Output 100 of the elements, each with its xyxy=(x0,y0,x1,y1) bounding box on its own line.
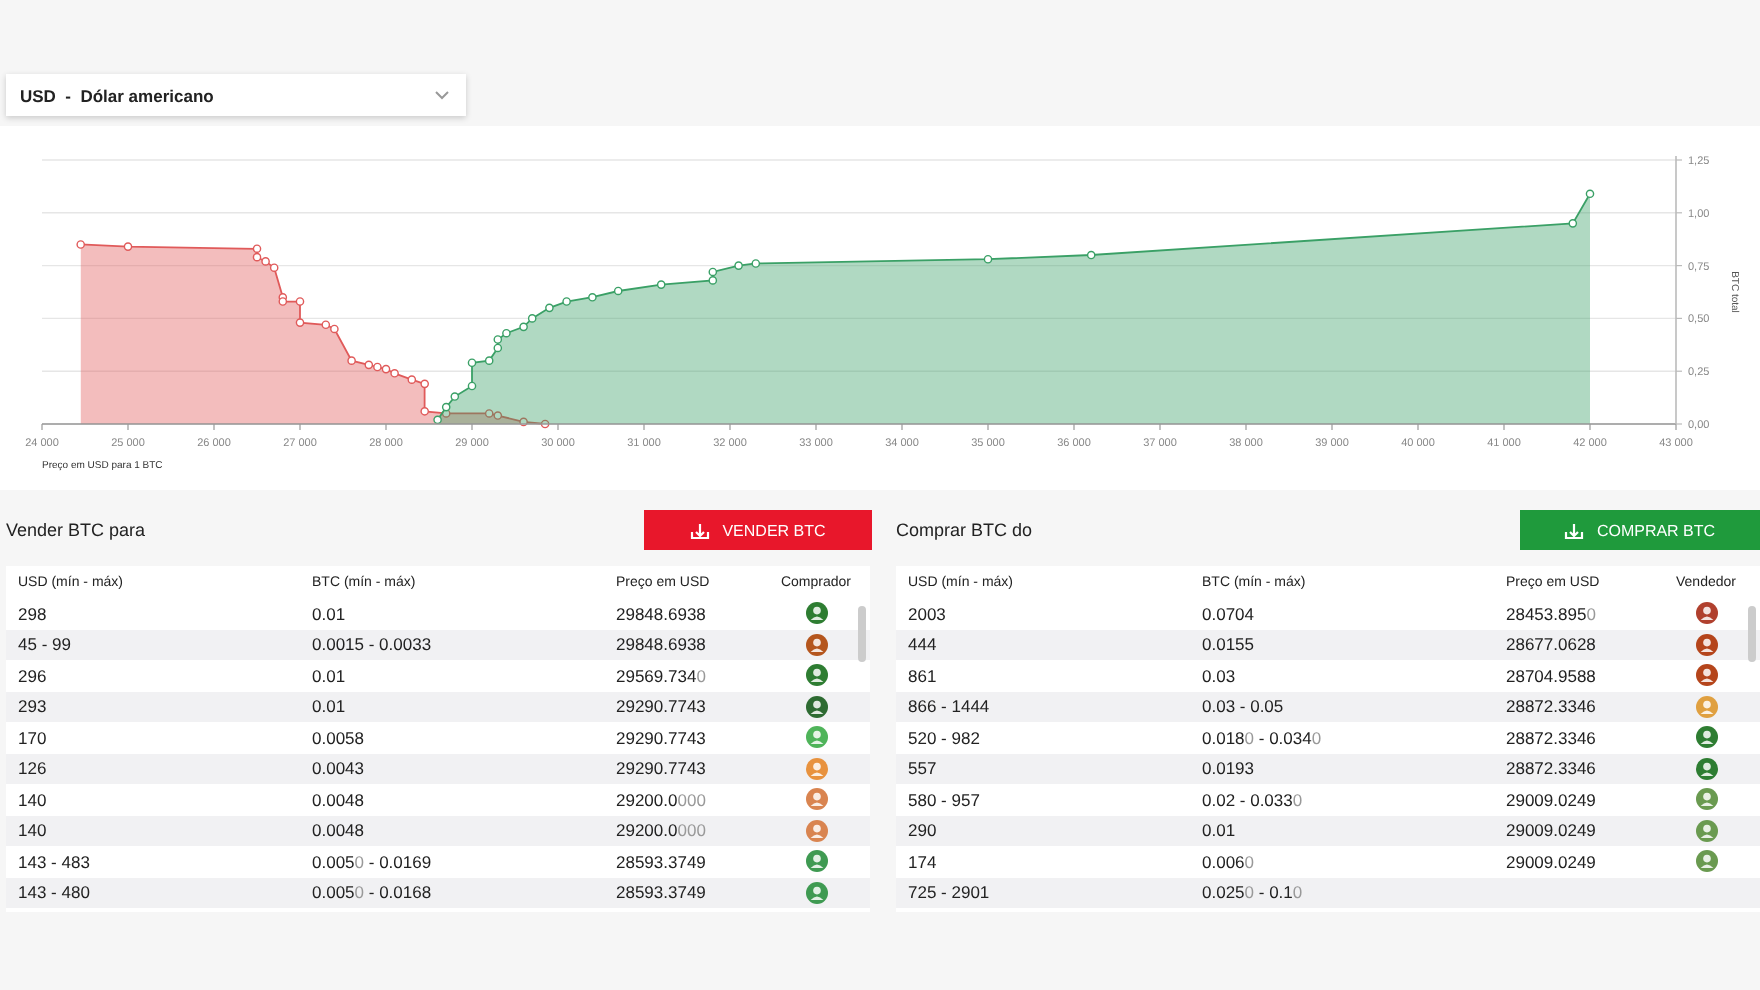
table-cell-text: 140 xyxy=(18,789,49,810)
avatar-icon xyxy=(805,664,827,687)
table-cell-text: 174 xyxy=(908,851,939,872)
avatar-icon xyxy=(805,850,827,873)
avatar-icon xyxy=(1695,664,1717,687)
point xyxy=(381,364,391,374)
table-cell-text: 861 xyxy=(908,665,939,686)
point xyxy=(519,322,528,332)
table-cell-text: 580 - 957 xyxy=(908,789,982,810)
table-cell-text: 0.01 xyxy=(312,603,348,624)
table-cell-text: 0.0043 xyxy=(312,758,366,779)
point xyxy=(983,254,993,264)
table-cell-text: 28872.3346 xyxy=(1506,696,1598,717)
table-cell-text: 0.0050 - 0.0168 xyxy=(312,882,434,903)
point xyxy=(493,335,503,344)
table-cell-text: 28704.9588 xyxy=(1506,665,1598,686)
point xyxy=(734,261,743,270)
point xyxy=(433,415,442,425)
point xyxy=(467,381,477,391)
table-cell-text: 0.0048 xyxy=(312,820,366,841)
table-cell-text: 29009.0249 xyxy=(1506,789,1598,810)
avatar-icon xyxy=(1695,726,1717,749)
table-cell-text: 140 xyxy=(18,820,49,841)
table-cell-text: 298 xyxy=(18,603,49,624)
table-cell-text: 0.0704 xyxy=(1202,603,1256,624)
table-cell-text: 0.0180 - 0.0340 xyxy=(1202,727,1324,748)
table-cell-text: 0.01 xyxy=(312,696,348,717)
point xyxy=(261,257,270,266)
avatar-icon xyxy=(1695,602,1717,625)
point xyxy=(588,292,597,302)
tray-icon xyxy=(1564,521,1585,539)
table-cell-text: 0.0060 xyxy=(1202,851,1257,872)
table-cell-text: 290 xyxy=(908,820,939,841)
point xyxy=(123,242,133,251)
table-cell-text: 0.03 xyxy=(1202,665,1238,686)
avatar-icon xyxy=(1695,788,1717,811)
avatar-icon xyxy=(1695,633,1717,656)
point xyxy=(1568,219,1578,228)
table-cell-text: 29290.7743 xyxy=(616,727,708,748)
table-cell-text: 866 - 1444 xyxy=(908,696,992,717)
point xyxy=(420,407,429,416)
point xyxy=(420,379,429,389)
point xyxy=(484,356,494,365)
table-cell-text: 0.0048 xyxy=(312,789,366,810)
point xyxy=(493,343,503,353)
table-cell-text: 28593.3749 xyxy=(616,851,708,872)
point xyxy=(1585,189,1595,199)
trade-button[interactable]: COMPRAR BTC xyxy=(1520,510,1760,550)
point xyxy=(527,314,537,323)
point xyxy=(441,402,451,412)
point xyxy=(252,244,262,253)
table-cell-text: 0.0050 - 0.0169 xyxy=(312,851,434,872)
point xyxy=(269,263,279,273)
avatar-icon xyxy=(805,602,827,625)
point xyxy=(450,392,460,401)
trade-button[interactable]: VENDER BTC xyxy=(644,510,872,550)
table-cell-text: 29569.7340 xyxy=(616,665,708,686)
table-cell-text: 0.03 - 0.05 xyxy=(1202,696,1286,717)
avatar-icon xyxy=(1695,695,1717,718)
table-cell-text: 0.0015 - 0.0033 xyxy=(312,634,434,655)
point xyxy=(321,320,331,330)
table-cell-text: 296 xyxy=(18,665,49,686)
table-cell-text: 143 - 480 xyxy=(18,882,92,903)
table-cell-text: 29009.0249 xyxy=(1506,820,1598,841)
table-cell-text: 557 xyxy=(908,758,939,779)
avatar-icon xyxy=(805,819,827,842)
point xyxy=(347,356,356,365)
point xyxy=(562,297,571,306)
table-cell-text: 28593.3749 xyxy=(616,882,708,903)
avatar-icon xyxy=(1695,757,1717,780)
avatar-icon xyxy=(805,695,827,718)
point xyxy=(76,240,85,249)
point xyxy=(390,369,399,378)
table-cell-text: 0.0058 xyxy=(312,727,366,748)
point xyxy=(484,409,494,418)
table-cell-text: 28677.0628 xyxy=(1506,634,1598,655)
table-cell-text: 0.01 xyxy=(1202,820,1238,841)
table-cell-text: 0.0250 - 0.10 xyxy=(1202,882,1305,903)
tray-icon xyxy=(690,521,711,539)
point xyxy=(364,360,374,370)
point xyxy=(1086,250,1096,260)
table-cell-text: 126 xyxy=(18,758,49,779)
table-cell-text: 29848.6938 xyxy=(616,634,708,655)
table-cell-text: 0.01 xyxy=(312,665,348,686)
table-cell-text: 293 xyxy=(18,696,49,717)
table-cell-text: 143 - 483 xyxy=(18,851,92,872)
currency-select[interactable]: USD - Dólar americano xyxy=(6,74,466,116)
point xyxy=(252,252,262,262)
table-cell-text: 29009.0249 xyxy=(1506,851,1598,872)
point xyxy=(656,280,666,289)
point xyxy=(613,286,623,296)
point xyxy=(502,328,511,338)
avatar-icon xyxy=(805,726,827,749)
table-cell-text: 2003 xyxy=(908,603,948,624)
panel-title: Vender BTC para xyxy=(6,520,146,540)
table-cell-text: 520 - 982 xyxy=(908,727,982,748)
table-cell-text: 29290.7743 xyxy=(616,758,708,779)
table-cell-text: 29848.6938 xyxy=(616,603,708,624)
point xyxy=(330,324,339,334)
point xyxy=(751,259,761,268)
